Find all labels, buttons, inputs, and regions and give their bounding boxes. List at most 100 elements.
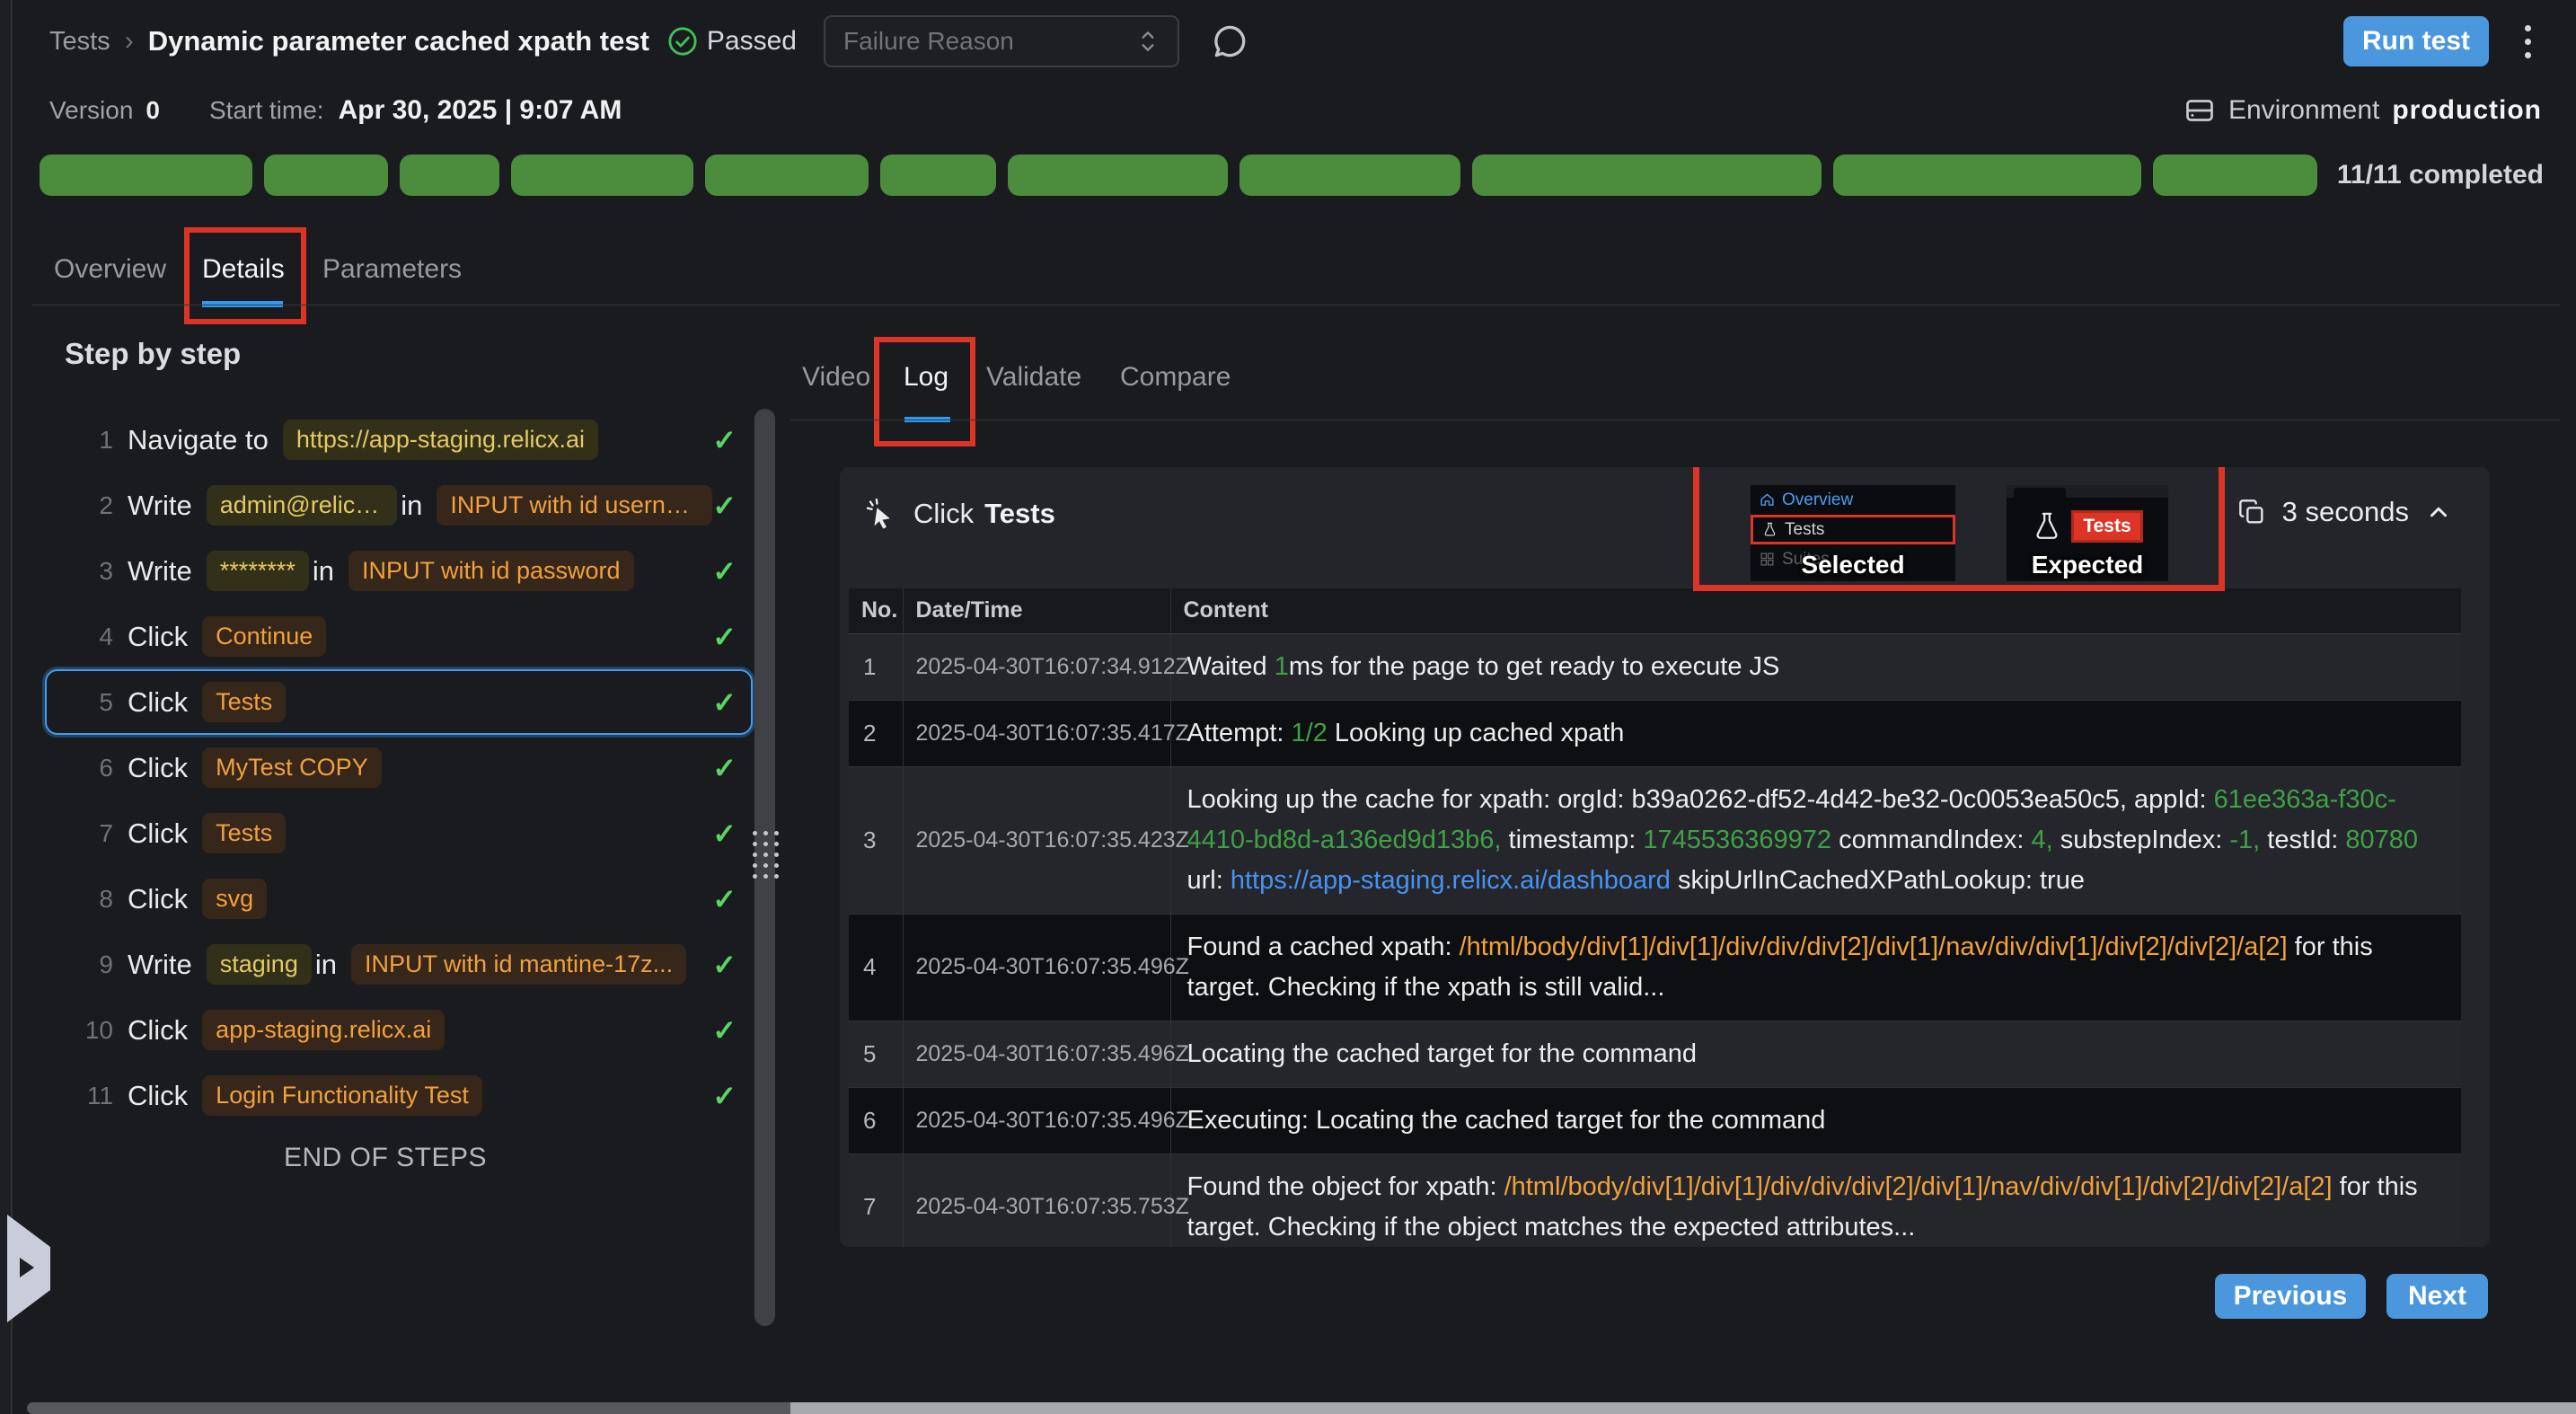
log-text: testId: — [2260, 826, 2345, 854]
step-target-chip: INPUT with id mantine-17z... — [351, 944, 686, 985]
step-target-chip: Continue — [202, 616, 326, 657]
log-text: Locating the cached target for the comma… — [1187, 1039, 1697, 1068]
log-table: No. Date/Time Content 12025-04-30T16:07:… — [849, 588, 2461, 1247]
end-of-steps-label: END OF STEPS — [13, 1143, 758, 1173]
step-row[interactable]: 6ClickMyTest COPY✓ — [45, 735, 753, 800]
log-row: 62025-04-30T16:07:35.496ZExecuting: Loca… — [849, 1087, 2461, 1153]
status-badge: Passed — [667, 26, 797, 57]
progress-segment — [40, 155, 252, 196]
tab-compare[interactable]: Compare — [1120, 362, 1231, 393]
log-link[interactable]: https://app-staging.relicx.ai/dashboard — [1231, 866, 1671, 895]
step-row[interactable]: 7ClickTests✓ — [45, 800, 753, 866]
flask-icon — [2032, 511, 2062, 542]
log-text: Looking up cached xpath — [1328, 719, 1625, 747]
log-value-orange: /html/body/div[1]/div[1]/div/div/div[2]/… — [1460, 932, 2288, 961]
tab-overview[interactable]: Overview — [54, 254, 166, 285]
select-chevrons-icon — [1136, 28, 1160, 55]
selected-screenshot-thumbnail[interactable]: Overview Tests Suites Selected — [1751, 485, 1955, 581]
step-success-check-icon: ✓ — [712, 489, 737, 523]
log-value-green: 4, — [2032, 826, 2053, 854]
steps-panel: Step by step 1Navigate tohttps://app-sta… — [13, 305, 758, 1402]
drag-handle-icon[interactable] — [751, 831, 780, 879]
breadcrumb[interactable]: Tests — [49, 27, 110, 57]
log-row: 32025-04-30T16:07:35.423ZLooking up the … — [849, 766, 2461, 914]
page-title: Dynamic parameter cached xpath test — [148, 25, 649, 57]
breadcrumb-separator-icon: › — [125, 26, 134, 57]
step-row[interactable]: 8Clicksvg✓ — [45, 866, 753, 932]
right-triangle-icon — [20, 1258, 34, 1277]
step-connector: in — [315, 949, 337, 981]
mini-nav-tests: Tests — [1751, 515, 1955, 544]
progress-segment — [880, 155, 996, 196]
log-row-number: 1 — [849, 633, 903, 700]
mini-nav-overview: Overview — [1751, 485, 1955, 515]
flask-icon — [1762, 522, 1778, 537]
version-value: 0 — [146, 96, 160, 125]
failure-reason-placeholder: Failure Reason — [843, 27, 1014, 56]
step-value-chip: ******** — [207, 551, 309, 591]
log-row-timestamp: 2025-04-30T16:07:35.753Z — [903, 1153, 1170, 1247]
column-header-datetime: Date/Time — [903, 588, 1170, 633]
step-success-check-icon: ✓ — [712, 948, 737, 982]
log-text: Looking up the cache for xpath: orgId: b… — [1187, 785, 2214, 814]
log-row-content: Locating the cached target for the comma… — [1170, 1021, 2461, 1087]
duration-text: 3 seconds — [2282, 496, 2409, 528]
step-row[interactable]: 9WritestaginginINPUT with id mantine-17z… — [45, 932, 753, 997]
step-row[interactable]: 2Writeadmin@relicx.aiinINPUT with id use… — [45, 473, 753, 538]
log-value-green: 80780 — [2345, 826, 2418, 854]
log-table-header: No. Date/Time Content — [849, 588, 2461, 633]
home-icon — [1760, 492, 1775, 508]
step-connector: in — [313, 555, 334, 588]
copy-icon[interactable] — [2237, 498, 2266, 526]
version-label: Version — [49, 96, 133, 125]
step-number: 2 — [47, 491, 113, 520]
tab-video[interactable]: Video — [802, 362, 870, 393]
horizontal-scrollbar-thumb[interactable] — [27, 1402, 790, 1414]
log-row-content: Executing: Locating the cached target fo… — [1170, 1087, 2461, 1153]
check-circle-icon — [667, 26, 698, 57]
step-target-chip: MyTest COPY — [202, 747, 382, 788]
step-row[interactable]: 11ClickLogin Functionality Test✓ — [45, 1063, 753, 1128]
progress-segment — [1472, 155, 1822, 196]
step-number: 1 — [47, 426, 113, 455]
log-row-content: Looking up the cache for xpath: orgId: b… — [1170, 766, 2461, 914]
kebab-menu-icon[interactable] — [2516, 20, 2540, 64]
step-success-check-icon: ✓ — [712, 620, 737, 654]
step-number: 5 — [47, 688, 113, 717]
chevron-up-icon[interactable] — [2425, 499, 2452, 526]
log-text: Waited — [1187, 652, 1275, 681]
tab-parameters[interactable]: Parameters — [322, 254, 462, 285]
duration-group: 3 seconds — [2237, 496, 2452, 528]
step-target-chip: svg — [202, 879, 267, 919]
log-row: 12025-04-30T16:07:34.912ZWaited 1ms for … — [849, 633, 2461, 700]
panel-resizer-scrollbar[interactable] — [754, 409, 775, 1326]
run-test-button[interactable]: Run test — [2343, 16, 2489, 66]
mini-nav-label: Tests — [1785, 520, 1824, 540]
previous-button[interactable]: Previous — [2215, 1274, 2366, 1319]
log-row-timestamp: 2025-04-30T16:07:35.496Z — [903, 1021, 1170, 1087]
next-button[interactable]: Next — [2386, 1274, 2488, 1319]
log-value-green: 1745536369972 — [1643, 826, 1831, 854]
failure-reason-select[interactable]: Failure Reason — [824, 15, 1179, 67]
annotation-box-log-tab — [874, 337, 975, 446]
step-row[interactable]: 1Navigate tohttps://app-staging.relicx.a… — [45, 407, 753, 473]
comment-icon[interactable] — [1210, 22, 1249, 61]
steps-panel-title: Step by step — [65, 337, 758, 371]
step-row[interactable]: 10Clickapp-staging.relicx.ai✓ — [45, 997, 753, 1063]
step-row[interactable]: 3Write********inINPUT with id password✓ — [45, 538, 753, 604]
step-value-chip: https://app-staging.relicx.ai — [283, 420, 598, 460]
step-row[interactable]: 4ClickContinue✓ — [45, 604, 753, 669]
log-text: commandIndex: — [1831, 826, 2031, 854]
step-row[interactable]: 5ClickTests✓ — [45, 669, 753, 735]
progress-bar — [40, 155, 2317, 196]
progress-segment — [511, 155, 693, 196]
horizontal-scrollbar-track[interactable] — [790, 1402, 2576, 1414]
environment-icon — [2183, 94, 2216, 127]
log-text: Executing: Locating the cached target fo… — [1187, 1106, 1826, 1135]
step-success-check-icon: ✓ — [712, 817, 737, 851]
tab-validate[interactable]: Validate — [986, 362, 1081, 393]
expected-screenshot-thumbnail[interactable]: Tests Expected — [2007, 485, 2168, 581]
log-row-content: Attempt: 1/2 Looking up cached xpath — [1170, 700, 2461, 766]
step-success-check-icon: ✓ — [712, 554, 737, 588]
command-target: Tests — [984, 498, 1055, 530]
